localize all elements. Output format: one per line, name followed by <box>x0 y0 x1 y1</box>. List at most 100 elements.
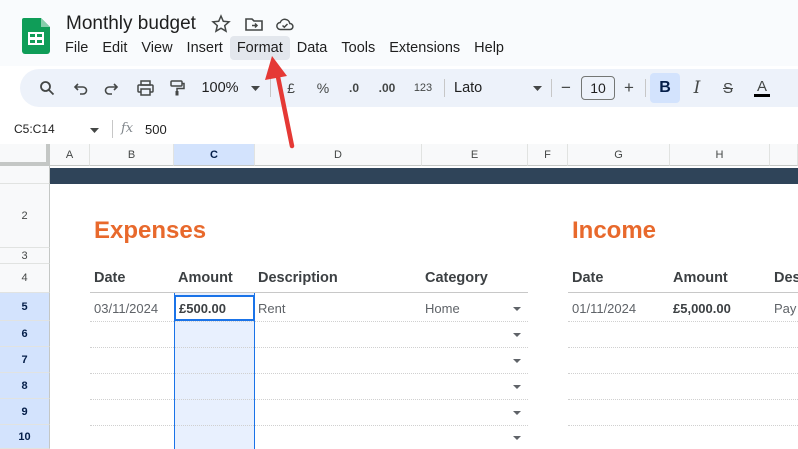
row-divider <box>90 347 528 348</box>
menu-view[interactable]: View <box>134 36 179 60</box>
category-dropdown-icon[interactable] <box>513 385 521 389</box>
column-header-next[interactable] <box>770 144 798 166</box>
income-date-cell[interactable]: 01/11/2024 <box>572 301 636 316</box>
column-header-h[interactable]: H <box>670 144 770 166</box>
text-color-swatch <box>754 93 770 97</box>
row-header-7[interactable]: 7 <box>0 347 50 373</box>
column-header-b[interactable]: B <box>90 144 174 166</box>
spreadsheet-grid[interactable]: A B C D E F G H 2 3 4 5 6 7 8 9 10 Expen… <box>0 144 798 449</box>
redo-button[interactable] <box>98 69 124 107</box>
text-color-button[interactable]: A <box>750 69 774 107</box>
undo-button[interactable] <box>68 69 94 107</box>
decrease-decimal-button[interactable]: .0 <box>342 69 366 107</box>
expenses-amount-header[interactable]: Amount <box>178 270 233 286</box>
row-divider <box>90 373 528 374</box>
caret-down-icon <box>250 85 260 91</box>
category-dropdown-icon[interactable] <box>513 307 521 311</box>
menu-file[interactable]: File <box>58 36 95 60</box>
text-color-label: A <box>756 77 767 95</box>
menu-help[interactable]: Help <box>467 36 511 60</box>
row-header-1[interactable] <box>0 166 50 184</box>
toolbar-divider <box>645 79 646 97</box>
name-box-caret-icon[interactable] <box>90 128 99 133</box>
formula-bar-divider <box>112 120 113 138</box>
font-size-input[interactable]: 10 <box>581 76 615 100</box>
toolbar-divider <box>551 79 552 97</box>
menu-edit[interactable]: Edit <box>95 36 134 60</box>
paint-format-icon <box>170 80 185 96</box>
expense-amount-cell[interactable]: £500.00 <box>179 301 226 316</box>
income-description-header[interactable]: Des <box>774 270 798 286</box>
star-icon[interactable] <box>211 14 231 34</box>
expense-date-cell[interactable]: 03/11/2024 <box>94 301 158 316</box>
increase-decimal-label: .00 <box>378 81 396 95</box>
row-divider <box>568 321 798 322</box>
income-amount-header[interactable]: Amount <box>673 270 728 286</box>
row-divider <box>568 399 798 400</box>
name-box[interactable]: C5:C14 <box>14 122 55 136</box>
number-format-button[interactable]: 123 <box>410 69 436 107</box>
row-divider <box>90 399 528 400</box>
search-menus-button[interactable] <box>34 69 60 107</box>
expense-description-cell[interactable]: Rent <box>258 301 285 316</box>
expense-category-cell[interactable]: Home <box>425 301 460 316</box>
search-icon <box>40 81 55 96</box>
row-header-4[interactable]: 4 <box>0 264 50 293</box>
formula-bar: C5:C14 fx 500 <box>0 116 798 142</box>
zoom-select[interactable]: 100% <box>198 69 242 107</box>
cloud-saved-icon[interactable] <box>275 14 295 34</box>
italic-button[interactable]: I <box>685 69 709 107</box>
annotation-arrow <box>265 56 295 149</box>
decrease-decimal-label: .0 <box>348 81 359 95</box>
font-family-select[interactable]: Lato <box>454 69 494 107</box>
formula-input[interactable]: 500 <box>145 122 167 137</box>
row-header-9[interactable]: 9 <box>0 399 50 425</box>
decrease-font-size-button[interactable]: − <box>557 69 575 107</box>
income-date-header[interactable]: Date <box>572 270 603 286</box>
menu-insert[interactable]: Insert <box>180 36 230 60</box>
income-title[interactable]: Income <box>572 217 656 245</box>
category-dropdown-icon[interactable] <box>513 436 521 440</box>
category-dropdown-icon[interactable] <box>513 333 521 337</box>
expenses-category-header[interactable]: Category <box>425 270 488 286</box>
menu-tools[interactable]: Tools <box>334 36 382 60</box>
menu-extensions[interactable]: Extensions <box>382 36 467 60</box>
row-header-3[interactable]: 3 <box>0 248 50 264</box>
expenses-date-header[interactable]: Date <box>94 270 125 286</box>
row-header-6[interactable]: 6 <box>0 321 50 347</box>
strikethrough-button[interactable]: S <box>716 69 740 107</box>
row-divider <box>568 373 798 374</box>
income-description-cell[interactable]: Pay <box>774 301 796 316</box>
category-dropdown-icon[interactable] <box>513 411 521 415</box>
expenses-description-header[interactable]: Description <box>258 270 338 286</box>
undo-icon <box>73 83 88 95</box>
increase-font-size-button[interactable]: + <box>619 69 639 107</box>
column-header-c[interactable]: C <box>174 144 255 166</box>
category-dropdown-icon[interactable] <box>513 359 521 363</box>
print-button[interactable] <box>132 69 158 107</box>
income-amount-cell[interactable]: £5,000.00 <box>673 301 731 316</box>
move-folder-icon[interactable] <box>244 14 264 34</box>
row-header-5[interactable]: 5 <box>0 293 50 321</box>
sheets-logo-icon[interactable] <box>22 18 50 54</box>
percent-format-button[interactable]: % <box>312 69 334 107</box>
zoom-dropdown[interactable] <box>248 69 262 107</box>
row-header-2[interactable]: 2 <box>0 184 50 248</box>
column-header-a[interactable]: A <box>50 144 90 166</box>
paint-format-button[interactable] <box>164 69 190 107</box>
increase-decimal-button[interactable]: .00 <box>372 69 402 107</box>
column-header-f[interactable]: F <box>528 144 568 166</box>
document-title[interactable]: Monthly budget <box>66 13 196 35</box>
font-family-dropdown[interactable] <box>530 69 544 107</box>
column-header-g[interactable]: G <box>568 144 670 166</box>
row-header-10[interactable]: 10 <box>0 425 50 449</box>
row-header-8[interactable]: 8 <box>0 373 50 399</box>
row-divider <box>90 321 528 322</box>
redo-icon <box>104 83 119 95</box>
bold-button[interactable]: B <box>650 73 680 103</box>
column-header-e[interactable]: E <box>422 144 528 166</box>
function-icon: fx <box>121 121 134 136</box>
income-header-border <box>568 292 798 293</box>
expenses-header-border <box>90 292 528 293</box>
expenses-title[interactable]: Expenses <box>94 217 206 245</box>
